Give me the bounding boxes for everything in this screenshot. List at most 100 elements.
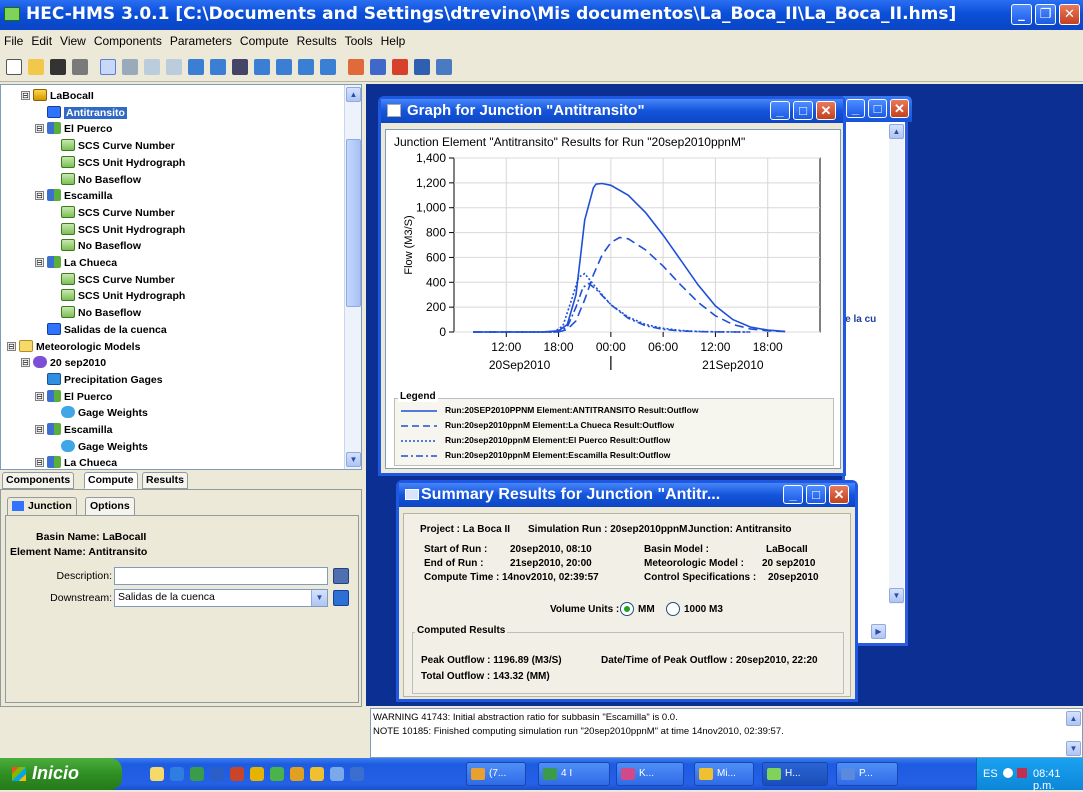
tree-item[interactable]: ⊟ El Puerco [35,389,112,406]
scroll-up-icon[interactable]: ▲ [346,87,361,102]
graph-close-button[interactable]: ✕ [816,101,836,120]
minimize-button[interactable]: _ [1011,4,1032,25]
open-folder-icon[interactable] [28,59,44,75]
tree-expander-icon[interactable]: ⊟ [35,124,44,134]
compute-icon[interactable] [348,59,364,75]
quicklaunch-firefox-icon[interactable] [150,767,164,781]
tree-expander-icon[interactable]: ⊟ [35,258,44,267]
clock[interactable]: 08:41 p.m. [1033,768,1083,792]
summary-close-button[interactable]: ✕ [829,485,849,504]
menu-tools[interactable]: Tools [341,30,377,48]
graph-maximize-button[interactable]: □ [793,101,813,120]
quicklaunch-folder-icon[interactable] [250,767,264,781]
menu-view[interactable]: View [56,30,90,48]
tree-expander-icon[interactable]: ⊟ [7,341,16,351]
graph-window-titlebar[interactable]: Graph for Junction "Antitransito" _ □ ✕ [381,99,843,123]
tree-expander-icon[interactable]: ⊟ [35,191,44,201]
tree-item[interactable]: SCS Unit Hydrograph [49,222,185,239]
summary-window-titlebar[interactable]: Summary Results for Junction "Antitr... … [399,483,855,507]
quicklaunch-powerpoint-icon[interactable] [230,767,244,781]
bg-scroll-right-icon[interactable]: ▶ [871,624,886,639]
scroll-down-icon[interactable]: ▼ [346,452,361,467]
tab-junction[interactable]: Junction [7,497,77,515]
pan-tool-icon[interactable] [122,59,138,75]
downstream-info-icon[interactable] [333,590,349,606]
tab-compute[interactable]: Compute [84,472,138,489]
tab-components[interactable]: Components [2,472,75,489]
menu-compute[interactable]: Compute [236,30,293,48]
description-edit-icon[interactable] [333,568,349,584]
tree-expander-icon[interactable]: ⊟ [21,91,30,100]
menu-results[interactable]: Results [293,30,341,48]
task-hec-hms[interactable]: H... [762,762,828,786]
task-excel[interactable]: 4 I [538,762,610,786]
tray-arrow-icon[interactable] [1003,768,1013,778]
tree-item[interactable]: Gage Weights [49,406,148,422]
tree-item[interactable]: SCS Curve Number [49,205,175,222]
summary-table-icon[interactable] [414,59,430,75]
sink-tool-icon[interactable] [320,59,336,75]
diversion-tool-icon[interactable] [276,59,292,75]
bg-maximize-button[interactable]: □ [868,99,887,118]
reach-tool-icon[interactable] [210,59,226,75]
menu-parameters[interactable]: Parameters [166,30,236,48]
quicklaunch-app-icon[interactable] [270,767,284,781]
downstream-select[interactable]: Salidas de la cuenca ▼ [114,589,328,607]
quicklaunch-ie-icon[interactable] [170,767,184,781]
quicklaunch-app4-icon[interactable] [330,767,344,781]
quicklaunch-app2-icon[interactable] [290,767,304,781]
quicklaunch-app3-icon[interactable] [310,767,324,781]
tree-item[interactable]: ⊟ LaBocaII [21,89,94,105]
bg-close-button[interactable]: ✕ [890,99,909,118]
task-k[interactable]: K... [616,762,684,786]
tree-scrollbar[interactable]: ▲ ▼ [344,85,361,469]
task-firefox[interactable]: (7... [466,762,526,786]
global-summary-icon[interactable] [370,59,386,75]
tree-expander-icon[interactable]: ⊟ [35,458,44,468]
time-series-table-icon[interactable] [436,59,452,75]
new-file-icon[interactable] [6,59,22,75]
description-field[interactable] [114,567,328,585]
restore-button[interactable]: ❐ [1035,4,1056,25]
tree-item[interactable]: ⊟ El Puerco [35,122,112,138]
summary-minimize-button[interactable]: _ [783,485,803,504]
radio-1000m3[interactable] [666,602,680,616]
msg-scroll-down-icon[interactable]: ▼ [1066,741,1081,756]
tree-expander-icon[interactable]: ⊟ [35,425,44,434]
tree-item[interactable]: No Baseflow [49,239,141,255]
tree-item[interactable]: Gage Weights [49,439,148,456]
quicklaunch-excel-icon[interactable] [190,767,204,781]
source-tool-icon[interactable] [298,59,314,75]
tree-item[interactable]: ⊟ Escamilla [35,189,112,205]
subbasin-tool-icon[interactable] [188,59,204,75]
start-button[interactable]: Inicio [0,758,122,790]
language-indicator[interactable]: ES [983,768,998,780]
tray-app-icon[interactable] [1017,768,1027,778]
junction-tool-icon[interactable] [254,59,270,75]
quicklaunch-app5-icon[interactable] [350,767,364,781]
task-mis-documentos[interactable]: Mi... [694,762,754,786]
menu-components[interactable]: Components [90,30,166,48]
print-icon[interactable] [72,59,88,75]
quicklaunch-word-icon[interactable] [210,767,224,781]
close-button[interactable]: ✕ [1059,4,1080,25]
tree-item[interactable]: ⊟ 20 sep2010 [21,356,106,372]
tree-item[interactable]: Precipitation Gages [35,372,163,389]
save-icon[interactable] [50,59,66,75]
tab-results[interactable]: Results [142,472,188,489]
tree-item[interactable]: SCS Unit Hydrograph [49,155,185,172]
tree-item[interactable]: SCS Curve Number [49,272,175,289]
tree-item[interactable]: ⊟ Meteorologic Models [7,339,140,356]
summary-maximize-button[interactable]: □ [806,485,826,504]
tab-options[interactable]: Options [85,497,135,515]
tree-item[interactable]: No Baseflow [49,306,141,322]
tree-expander-icon[interactable]: ⊟ [35,391,44,401]
menu-file[interactable]: File [0,30,27,48]
tree-item[interactable]: Antitransito [35,105,127,122]
bg-scroll-up-icon[interactable]: ▲ [889,124,904,139]
bg-scroll-down-icon[interactable]: ▼ [889,588,904,603]
tree-item[interactable]: SCS Curve Number [49,139,175,155]
zoom-out-icon[interactable] [166,59,182,75]
graph-icon[interactable] [392,59,408,75]
tree-expander-icon[interactable]: ⊟ [21,358,30,368]
